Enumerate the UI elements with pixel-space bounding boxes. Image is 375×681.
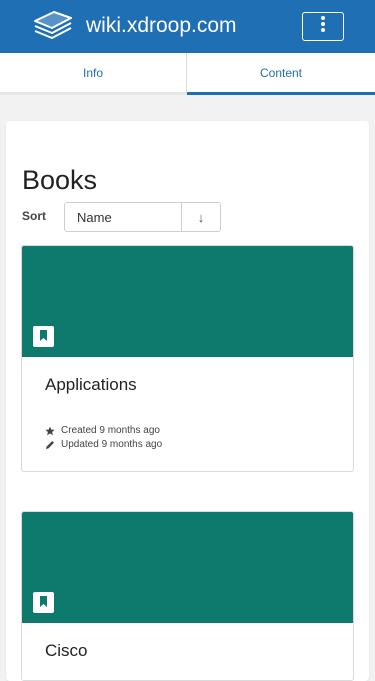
book-created: Created 9 months ago: [45, 424, 160, 437]
updated-text: Updated 9 months ago: [61, 439, 163, 450]
book-cover: [22, 246, 353, 357]
bookmark-icon: [33, 592, 54, 613]
book-title[interactable]: Applications: [45, 374, 137, 396]
sort-label: Sort: [22, 209, 46, 223]
created-text: Created 9 months ago: [61, 425, 160, 436]
menu-button[interactable]: [302, 12, 344, 41]
site-name[interactable]: wiki.xdroop.com: [86, 12, 237, 40]
book-card[interactable]: Cisco: [21, 511, 354, 681]
sort-direction-button[interactable]: ↓: [182, 203, 220, 231]
arrow-down-icon: ↓: [197, 209, 205, 225]
book-cover: [22, 512, 353, 623]
book-card[interactable]: Applications Created 9 months ago Update…: [21, 245, 354, 472]
page-title: Books: [22, 165, 98, 196]
tab-content[interactable]: Content: [187, 53, 375, 95]
star-icon: [45, 426, 55, 436]
sort-control: Name ↓: [64, 202, 221, 232]
vertical-dots-icon: [320, 15, 326, 38]
books-stack-icon[interactable]: [32, 11, 74, 41]
app-header: wiki.xdroop.com: [0, 0, 375, 53]
bookmark-icon: [33, 326, 54, 347]
book-title[interactable]: Cisco: [45, 640, 88, 662]
pencil-icon: [45, 440, 55, 450]
tab-bar: Info Content: [0, 53, 375, 95]
tab-info[interactable]: Info: [0, 53, 187, 95]
sort-select[interactable]: Name: [65, 203, 182, 231]
book-updated: Updated 9 months ago: [45, 438, 162, 451]
